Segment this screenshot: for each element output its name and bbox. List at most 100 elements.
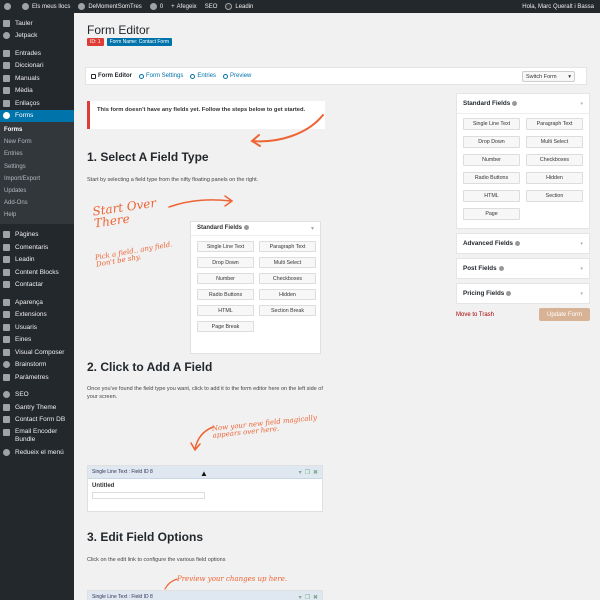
field-button-paragraph-text[interactable]: Paragraph Text: [526, 118, 583, 130]
submenu-item-add-ons[interactable]: Add-Ons: [0, 197, 74, 209]
delete-icon[interactable]: ✖: [313, 594, 318, 600]
field-button-page[interactable]: Page: [463, 208, 520, 220]
move-to-trash-link[interactable]: Move to Trash: [456, 312, 494, 318]
field-button-drop-down[interactable]: Drop Down: [463, 136, 520, 148]
demo-field-drop-down: Drop Down: [197, 257, 254, 268]
pricing-fields-header[interactable]: Pricing Fields ▾: [457, 284, 589, 303]
advanced-fields-header[interactable]: Advanced Fields ▾: [457, 234, 589, 253]
my-sites-menu[interactable]: Els meus llocs: [18, 0, 74, 13]
new-content-menu[interactable]: + Afegeix: [167, 0, 201, 13]
field-button-multi-select[interactable]: Multi Select: [526, 136, 583, 148]
field-preview-edit-options[interactable]: Single Line Text : Field ID 8 ▾ ❐ ✖: [87, 590, 323, 600]
field-button-html[interactable]: HTML: [463, 190, 520, 202]
tools-icon: [3, 336, 10, 344]
menu-item-jetpack[interactable]: Jetpack: [0, 30, 74, 43]
tab-preview[interactable]: Preview: [223, 73, 251, 79]
field-button-number[interactable]: Number: [463, 154, 520, 166]
help-icon: [244, 225, 250, 231]
menu-item-contactar[interactable]: Contactar: [0, 279, 74, 292]
update-form-button[interactable]: Update Form: [539, 308, 590, 321]
pricing-fields-panel[interactable]: Pricing Fields ▾: [456, 283, 590, 304]
field-tools-2: ▾ ❐ ✖: [299, 594, 318, 600]
menu-item-leadin[interactable]: Leadin: [0, 254, 74, 267]
menu-item-contact-form-db[interactable]: Contact Form DB: [0, 414, 74, 427]
menu-item-email-encoder[interactable]: Email Encoder Bundle: [0, 426, 74, 446]
submenu-item-new-form[interactable]: New Form: [0, 136, 74, 148]
standard-fields-grid: Single Line Text Paragraph Text Drop Dow…: [457, 113, 589, 228]
submenu-item-help[interactable]: Help: [0, 209, 74, 221]
field-button-section[interactable]: Section: [526, 190, 583, 202]
tab-form-editor[interactable]: Form Editor: [91, 73, 132, 79]
site-name-menu[interactable]: DeMomentSomTres: [74, 0, 145, 13]
delete-icon[interactable]: ✖: [313, 469, 318, 476]
field-preview-header-2: Single Line Text : Field ID 8 ▾ ❐ ✖: [88, 591, 322, 600]
field-preview-body: Untitled: [88, 479, 322, 503]
submenu-item-import-export[interactable]: Import/Export: [0, 173, 74, 185]
switch-form-dropdown[interactable]: Switch Form ▾: [522, 71, 575, 82]
chevron-down-icon[interactable]: ▾: [299, 594, 302, 600]
field-button-hidden[interactable]: Hidden: [526, 172, 583, 184]
menu-item-manuals[interactable]: Manuals: [0, 72, 74, 85]
tab-form-settings[interactable]: Form Settings: [139, 73, 183, 79]
menu-item-comentaris[interactable]: Comentaris: [0, 241, 74, 254]
plugin-icon: [3, 311, 10, 319]
tab-entries[interactable]: Entries: [190, 73, 216, 79]
menu-item-enllacos[interactable]: Enllaços: [0, 97, 74, 110]
mail-icon: [3, 281, 10, 289]
advanced-fields-panel[interactable]: Advanced Fields ▾: [456, 233, 590, 254]
submenu-item-updates[interactable]: Updates: [0, 185, 74, 197]
submenu-item-entries[interactable]: Entries: [0, 148, 74, 160]
menu-item-diccionari[interactable]: Diccionari: [0, 60, 74, 73]
media-icon: [3, 87, 10, 95]
menu-item-pagines[interactable]: Pàgines: [0, 229, 74, 242]
post-fields-header[interactable]: Post Fields ▾: [457, 259, 589, 278]
menu-item-tauler[interactable]: Tauler: [0, 17, 74, 30]
demo-field-html: HTML: [197, 305, 254, 316]
pin-icon: [3, 74, 10, 82]
comment-icon: [3, 243, 10, 251]
standard-fields-header[interactable]: Standard Fields ▾: [457, 94, 589, 113]
seo-menu[interactable]: SEO: [201, 0, 222, 13]
arrow-to-demo-panel-icon: [168, 195, 234, 208]
chevron-down-icon: ▾: [580, 265, 583, 272]
submenu-item-forms[interactable]: Forms: [0, 124, 74, 136]
duplicate-icon[interactable]: ❐: [305, 469, 310, 476]
forms-submenu: Forms New Form Entries Settings Import/E…: [0, 122, 74, 224]
wordpress-logo[interactable]: [0, 0, 18, 13]
menu-item-aparenca[interactable]: Aparença: [0, 296, 74, 309]
menu-item-brainstorm[interactable]: Brainstorm: [0, 359, 74, 372]
menu-item-usuaris[interactable]: Usuaris: [0, 321, 74, 334]
demo-panel-header: Standard Fields ▾: [191, 222, 320, 236]
menu-item-extensions[interactable]: Extensions: [0, 309, 74, 322]
field-button-radio-buttons[interactable]: Radio Buttons: [463, 172, 520, 184]
field-button-single-line-text[interactable]: Single Line Text: [463, 118, 520, 130]
form-badges: ID: 1 Form Name: Contact Form: [87, 38, 173, 46]
leadin-menu[interactable]: Leadin: [221, 0, 257, 13]
step2-text: Once you've found the field type you wan…: [87, 386, 323, 400]
submenu-item-settings[interactable]: Settings: [0, 161, 74, 173]
field-tools: ▾ ❐ ✖: [299, 469, 318, 476]
duplicate-icon[interactable]: ❐: [305, 594, 310, 600]
comments-menu[interactable]: 0: [146, 0, 167, 13]
arrow-to-fields-icon: [250, 114, 324, 147]
menu-item-eines[interactable]: Eines: [0, 334, 74, 347]
field-preview-label: Untitled: [92, 483, 115, 489]
field-button-checkboxes[interactable]: Checkboxes: [526, 154, 583, 166]
menu-item-visual-composer[interactable]: Visual Composer: [0, 346, 74, 359]
gear-icon: [139, 73, 144, 79]
gantry-icon: [3, 403, 10, 411]
post-fields-panel[interactable]: Post Fields ▾: [456, 258, 590, 279]
menu-item-seo[interactable]: SEO: [0, 389, 74, 402]
collapse-menu-button[interactable]: Redueix el menú: [0, 446, 74, 459]
menu-item-forms[interactable]: Forms: [0, 109, 74, 122]
mail-icon: [3, 429, 10, 436]
menu-item-parametres[interactable]: Paràmetres: [0, 371, 74, 384]
menu-item-media[interactable]: Mèdia: [0, 85, 74, 98]
help-icon: [512, 100, 518, 106]
demo-field-multi-select: Multi Select: [259, 257, 316, 268]
menu-item-gantry-theme[interactable]: Gantry Theme: [0, 401, 74, 414]
chevron-down-icon[interactable]: ▾: [299, 469, 302, 476]
menu-item-entrades[interactable]: Entrades: [0, 47, 74, 60]
menu-item-content-blocks[interactable]: Content Blocks: [0, 266, 74, 279]
account-menu[interactable]: Hola, Marc Queralt i Bassa: [518, 0, 600, 13]
